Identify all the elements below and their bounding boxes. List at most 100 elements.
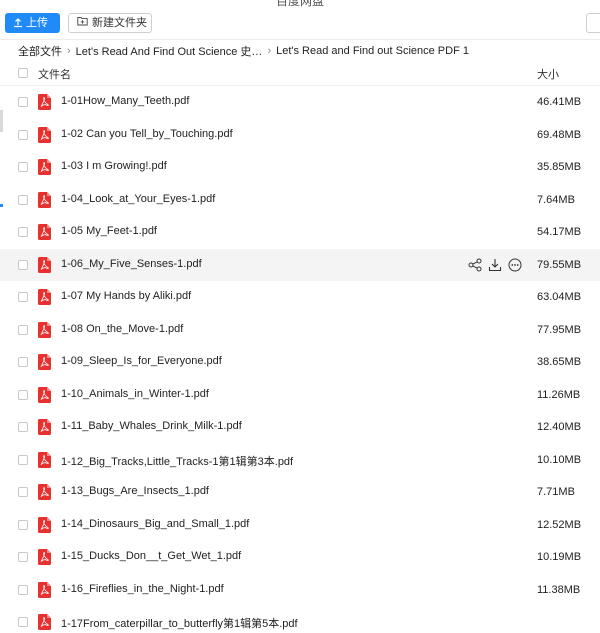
breadcrumb-separator-icon: › xyxy=(67,45,71,57)
pdf-file-icon xyxy=(38,354,51,370)
file-name[interactable]: 1-07 My Hands by Aliki.pdf xyxy=(61,290,191,302)
table-row[interactable]: 1-04_Look_at_Your_Eyes-1.pdf 7.64MB xyxy=(0,184,600,217)
file-name[interactable]: 1-06_My_Five_Senses-1.pdf xyxy=(61,258,202,270)
file-name[interactable]: 1-14_Dinosaurs_Big_and_Small_1.pdf xyxy=(61,518,249,530)
table-row[interactable]: 1-09_Sleep_Is_for_Everyone.pdf 38.65MB xyxy=(0,346,600,379)
row-checkbox[interactable] xyxy=(18,97,28,107)
row-checkbox[interactable] xyxy=(18,617,28,627)
file-name[interactable]: 1-09_Sleep_Is_for_Everyone.pdf xyxy=(61,355,222,367)
row-checkbox[interactable] xyxy=(18,227,28,237)
breadcrumb-separator-icon: › xyxy=(267,45,272,57)
table-row[interactable]: 1-13_Bugs_Are_Insects_1.pdf 7.71MB xyxy=(0,476,600,509)
folder-plus-icon xyxy=(77,14,88,32)
file-name[interactable]: 1-03 I m Growing!.pdf xyxy=(61,160,167,172)
row-checkbox[interactable] xyxy=(18,389,28,400)
breadcrumb: 全部文件 › Let's Read And Find Out Science 史… xyxy=(18,44,469,58)
file-size: 10.19MB xyxy=(537,551,582,563)
toolbar: 上传 新建文件夹 xyxy=(0,13,600,35)
pdf-file-icon xyxy=(38,191,51,208)
pdf-file-icon xyxy=(38,159,51,175)
table-row[interactable]: 1-06_My_Five_Senses-1.pdf 79.55MB xyxy=(0,248,600,281)
table-row[interactable]: 1-01How_Many_Teeth.pdf 46.41MB xyxy=(0,86,600,119)
upload-button[interactable]: 上传 xyxy=(5,13,60,33)
file-name[interactable]: 1-16_Fireflies_in_the_Night-1.pdf xyxy=(61,583,224,595)
row-checkbox[interactable] xyxy=(18,357,28,367)
new-folder-label: 新建文件夹 xyxy=(92,17,147,29)
row-actions xyxy=(468,258,522,272)
file-name[interactable]: 1-12_Big_Tracks,Little_Tracks-1第1辑第3本.pd… xyxy=(61,453,293,469)
table-row[interactable]: 1-15_Ducks_Don__t_Get_Wet_1.pdf 10.19MB xyxy=(0,541,600,574)
file-name[interactable]: 1-04_Look_at_Your_Eyes-1.pdf xyxy=(61,193,215,205)
window-title: 百度网盘 xyxy=(275,0,324,8)
breadcrumb-item-parent[interactable]: Let's Read And Find Out Science 史… xyxy=(76,43,263,59)
pdf-file-icon xyxy=(38,224,51,240)
file-size: 11.26MB xyxy=(537,388,581,401)
file-name[interactable]: 1-08 On_the_Move-1.pdf xyxy=(61,323,183,335)
table-row[interactable]: 1-10_Animals_in_Winter-1.pdf 11.26MB xyxy=(0,379,600,412)
file-size: 63.04MB xyxy=(537,291,582,303)
table-row[interactable]: 1-12_Big_Tracks,Little_Tracks-1第1辑第3本.pd… xyxy=(0,444,600,477)
more-icon[interactable] xyxy=(508,258,522,272)
table-row[interactable]: 1-17From_caterpillar_to_butterfly第1辑第5本.… xyxy=(0,606,600,633)
file-size: 12.40MB xyxy=(537,421,582,433)
row-checkbox[interactable] xyxy=(18,487,28,497)
file-size: 7.71MB xyxy=(537,486,575,498)
row-checkbox[interactable] xyxy=(18,259,28,270)
file-name[interactable]: 1-05 My_Feet-1.pdf xyxy=(61,225,157,237)
table-row[interactable]: 1-08 On_the_Move-1.pdf 77.95MB xyxy=(0,314,600,347)
pdf-file-icon xyxy=(38,321,51,338)
file-size: 77.95MB xyxy=(537,323,582,336)
pdf-file-icon xyxy=(38,289,51,305)
pdf-file-icon xyxy=(38,549,51,565)
file-name[interactable]: 1-17From_caterpillar_to_butterfly第1辑第5本.… xyxy=(61,615,298,631)
table-row[interactable]: 1-11_Baby_Whales_Drink_Milk-1.pdf 12.40M… xyxy=(0,411,600,444)
file-size: 11.38MB xyxy=(537,583,581,596)
pdf-file-icon xyxy=(38,516,51,533)
row-checkbox[interactable] xyxy=(18,194,28,205)
file-name[interactable]: 1-11_Baby_Whales_Drink_Milk-1.pdf xyxy=(61,420,242,432)
file-name[interactable]: 1-01How_Many_Teeth.pdf xyxy=(61,95,189,107)
column-header-name[interactable]: 文件名 xyxy=(38,66,71,82)
file-size: 46.41MB xyxy=(537,96,582,108)
toolbar-divider xyxy=(0,39,600,40)
file-size: 54.17MB xyxy=(537,226,582,238)
table-row[interactable]: 1-16_Fireflies_in_the_Night-1.pdf 11.38M… xyxy=(0,574,600,607)
file-name[interactable]: 1-02 Can you Tell_by_Touching.pdf xyxy=(61,128,233,140)
file-name[interactable]: 1-10_Animals_in_Winter-1.pdf xyxy=(61,388,209,400)
file-name[interactable]: 1-15_Ducks_Don__t_Get_Wet_1.pdf xyxy=(61,550,241,562)
file-size: 35.85MB xyxy=(537,161,582,173)
row-checkbox[interactable] xyxy=(18,292,28,302)
file-name[interactable]: 1-13_Bugs_Are_Insects_1.pdf xyxy=(61,485,209,497)
row-checkbox[interactable] xyxy=(18,129,28,140)
pdf-file-icon xyxy=(38,614,51,630)
row-checkbox[interactable] xyxy=(18,454,28,465)
breadcrumb-item-root[interactable]: 全部文件 xyxy=(18,43,62,59)
row-checkbox[interactable] xyxy=(18,552,28,562)
breadcrumb-item-current: Let's Read and Find out Science PDF 1 xyxy=(276,45,469,57)
pdf-file-icon xyxy=(38,419,51,435)
table-row[interactable]: 1-03 I m Growing!.pdf 35.85MB xyxy=(0,151,600,184)
pdf-file-icon xyxy=(38,451,51,468)
upload-label: 上传 xyxy=(26,17,48,29)
pdf-file-icon xyxy=(38,256,51,273)
download-icon[interactable] xyxy=(488,258,502,272)
new-folder-button[interactable]: 新建文件夹 xyxy=(68,13,152,33)
file-size: 69.48MB xyxy=(537,128,582,141)
table-row[interactable]: 1-02 Can you Tell_by_Touching.pdf 69.48M… xyxy=(0,119,600,152)
row-checkbox[interactable] xyxy=(18,584,28,595)
row-checkbox[interactable] xyxy=(18,422,28,432)
pdf-file-icon xyxy=(38,386,51,403)
table-row[interactable]: 1-07 My Hands by Aliki.pdf 63.04MB xyxy=(0,281,600,314)
row-checkbox[interactable] xyxy=(18,162,28,172)
pdf-file-icon xyxy=(38,126,51,143)
file-size: 7.64MB xyxy=(537,193,575,206)
pdf-file-icon xyxy=(38,94,51,110)
table-row[interactable]: 1-14_Dinosaurs_Big_and_Small_1.pdf 12.52… xyxy=(0,509,600,542)
select-all-checkbox[interactable] xyxy=(18,68,28,78)
row-checkbox[interactable] xyxy=(18,519,28,530)
toolbar-right-control[interactable] xyxy=(586,13,600,33)
column-header-size[interactable]: 大小 xyxy=(537,66,559,82)
row-checkbox[interactable] xyxy=(18,324,28,335)
share-icon[interactable] xyxy=(468,258,482,272)
table-row[interactable]: 1-05 My_Feet-1.pdf 54.17MB xyxy=(0,216,600,249)
